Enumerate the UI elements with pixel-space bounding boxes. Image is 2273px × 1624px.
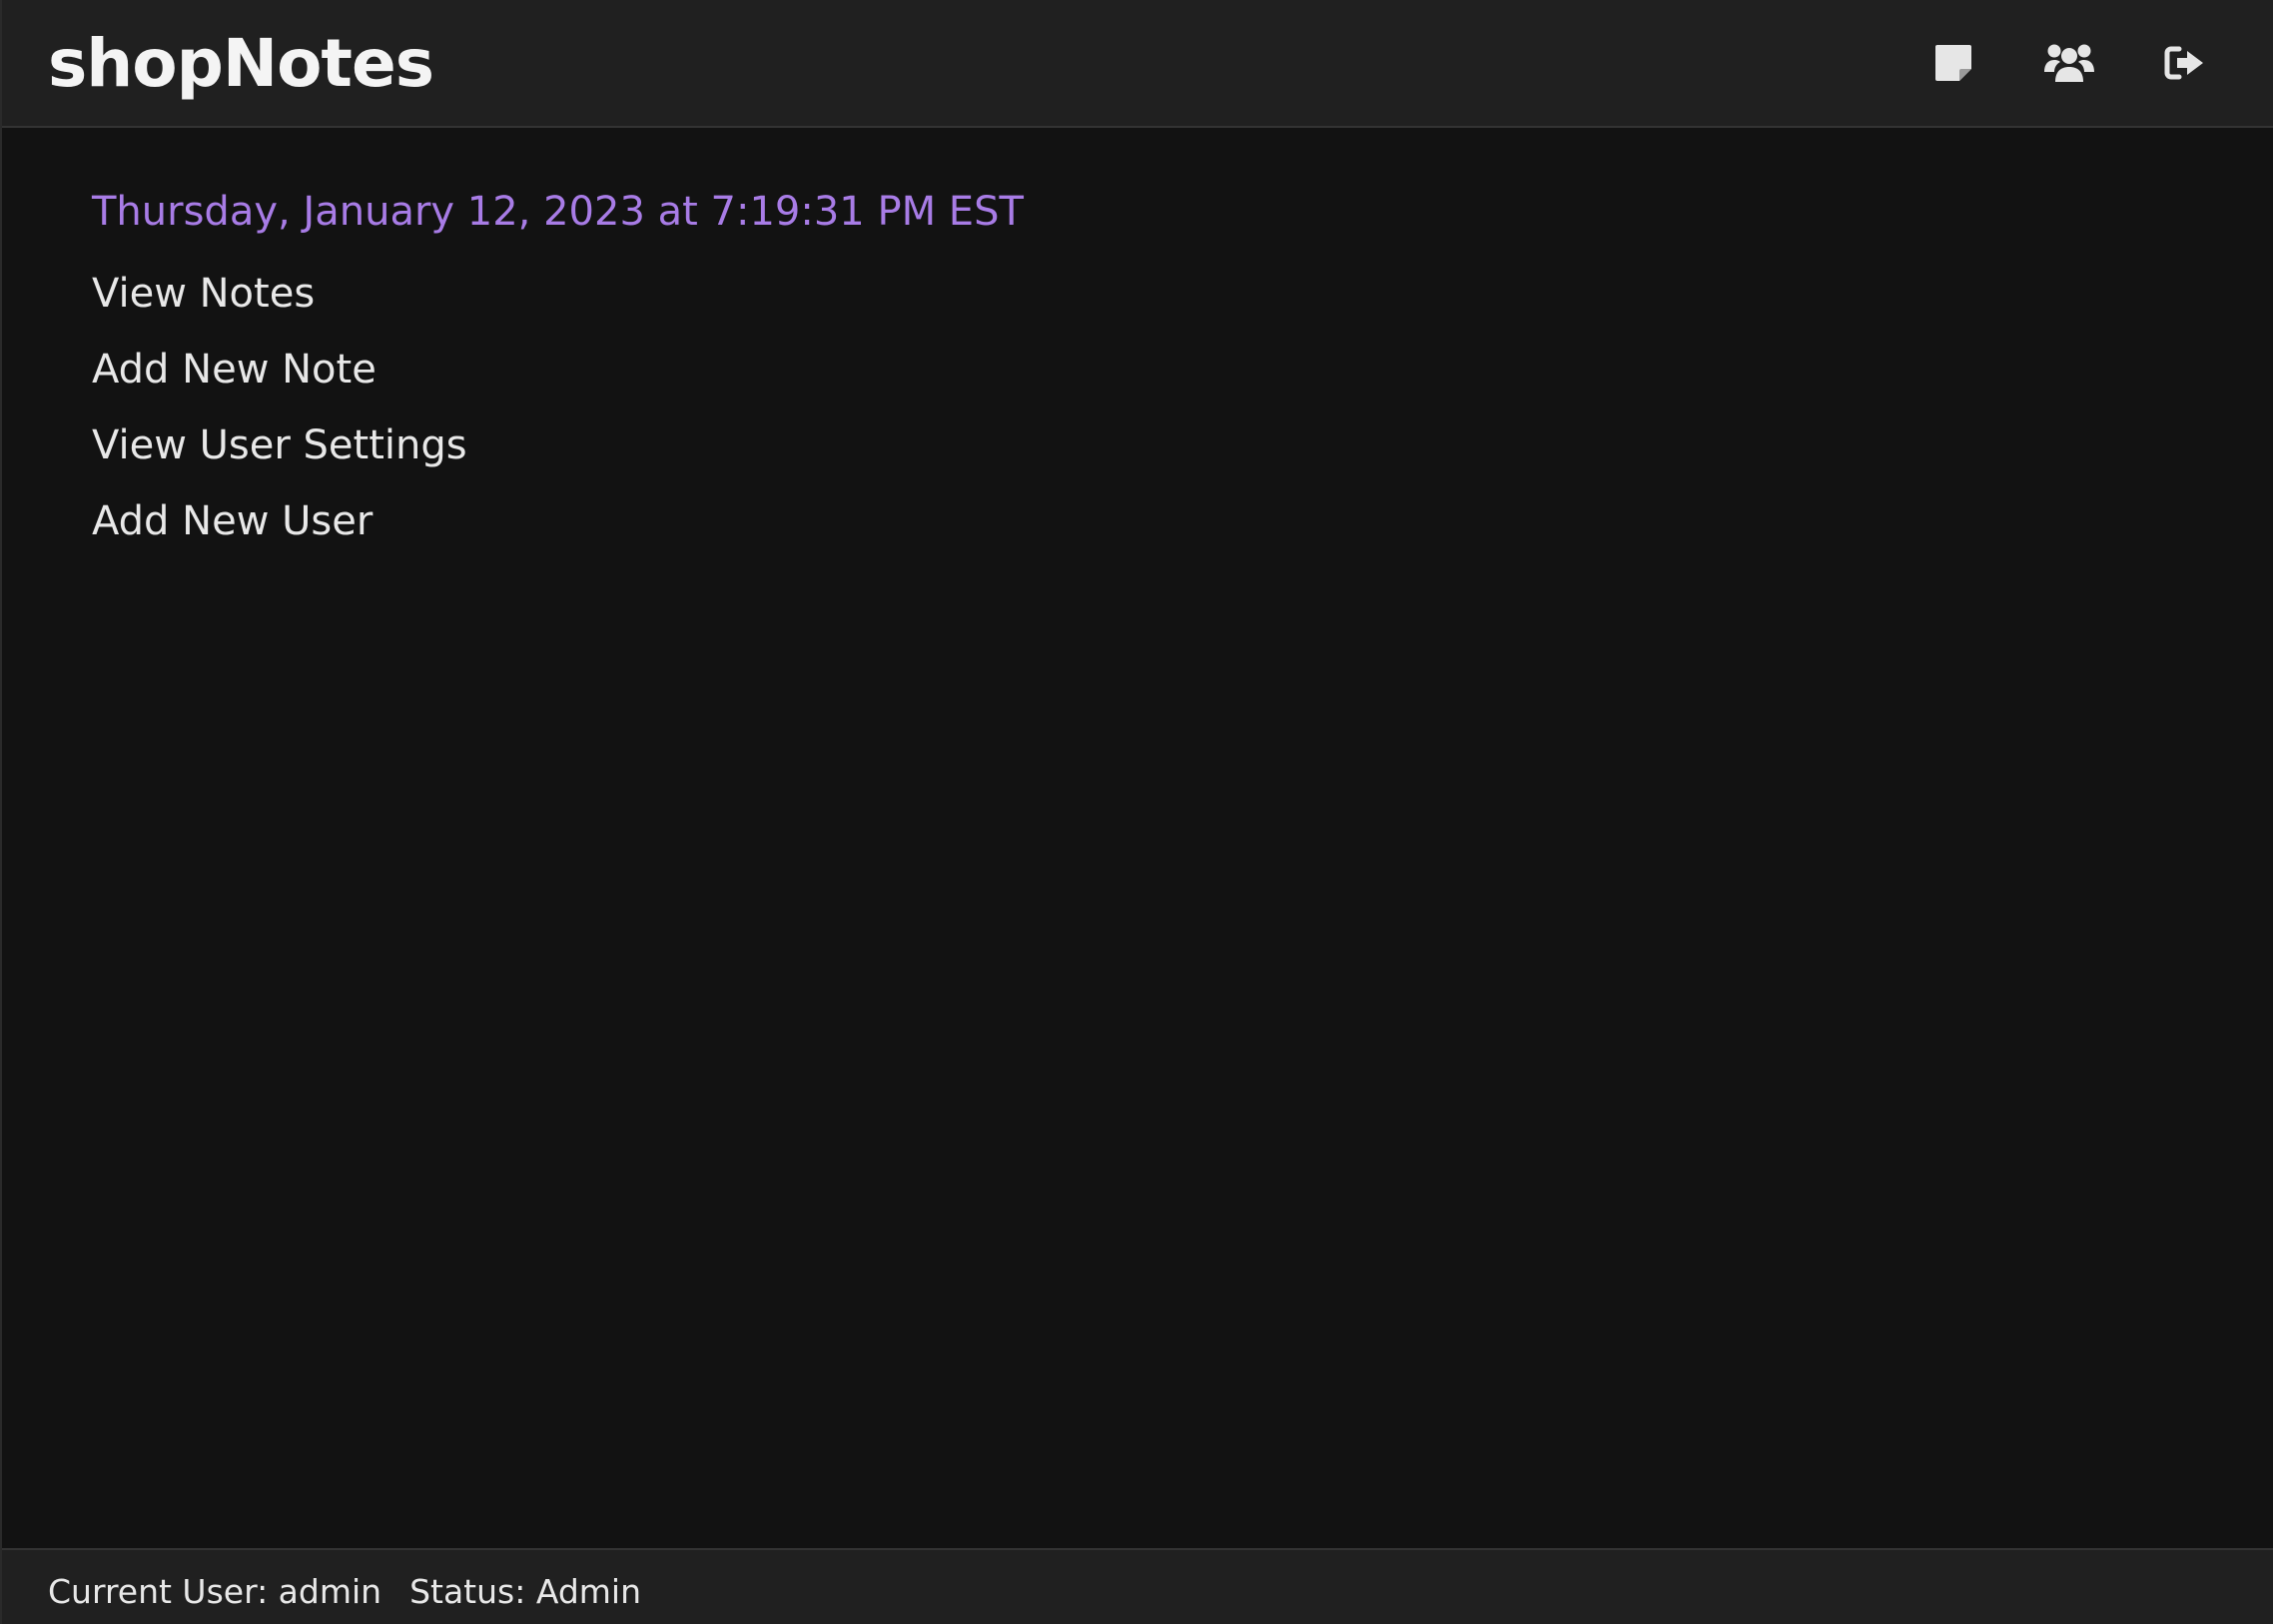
current-datetime: Thursday, January 12, 2023 at 7:19:31 PM… xyxy=(92,189,1024,235)
status-footer: Current User: admin Status: Admin xyxy=(2,1548,2273,1624)
current-user-label: Current User: admin xyxy=(48,1572,382,1611)
app-logo[interactable]: shopNotes xyxy=(48,22,434,106)
users-button[interactable] xyxy=(2041,35,2097,91)
menu-item-view-notes[interactable]: View Notes xyxy=(92,256,1024,332)
footer-info: Current User: admin Status: Admin xyxy=(48,1564,641,1620)
users-icon xyxy=(2044,44,2094,82)
header-nav xyxy=(1925,30,2213,96)
logout-icon xyxy=(2164,46,2203,80)
menu-item-view-user-settings[interactable]: View User Settings xyxy=(92,407,1024,483)
menu-item-add-new-user[interactable]: Add New User xyxy=(92,483,1024,559)
menu-item-add-new-note[interactable]: Add New Note xyxy=(92,332,1024,407)
logout-button[interactable] xyxy=(2157,35,2213,91)
note-icon xyxy=(1935,45,1971,81)
user-status-label: Status: Admin xyxy=(409,1572,642,1611)
notes-button[interactable] xyxy=(1925,35,1981,91)
app-window: shopNotes Thursday, January 12, 2023 at … xyxy=(0,0,2273,1624)
action-menu: View Notes Add New Note View User Settin… xyxy=(92,256,1024,559)
main-content: Thursday, January 12, 2023 at 7:19:31 PM… xyxy=(92,180,1024,559)
top-header: shopNotes xyxy=(2,0,2273,128)
